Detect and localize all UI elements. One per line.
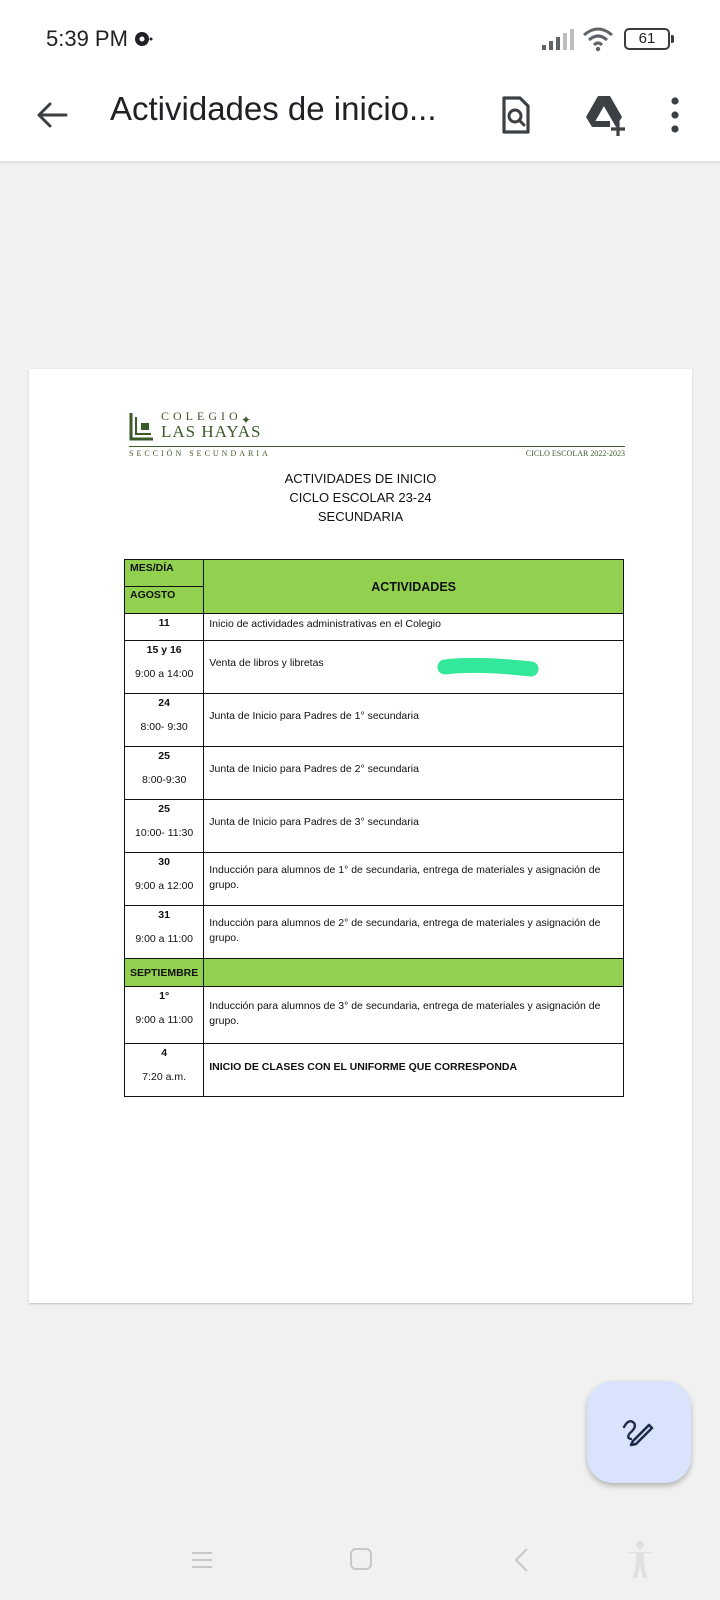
row-day: 15 y 16	[146, 644, 182, 656]
leaf-icon: ✦	[241, 413, 252, 427]
heading-line-2: CICLO ESCOLAR 23-24	[289, 490, 432, 505]
battery-icon: 61	[624, 28, 674, 50]
row-time: 8:00-9:30	[141, 774, 187, 786]
row-activity: Inducción para alumnos de 2° de secundar…	[203, 905, 624, 959]
wifi-icon	[583, 27, 613, 52]
signal-icon	[542, 29, 574, 50]
col-header-mes-dia: MES/DÍA	[123, 559, 205, 587]
status-time: 5:39 PM	[46, 26, 128, 51]
home-icon[interactable]	[350, 1548, 372, 1570]
row-day: 25	[158, 803, 170, 815]
table-row: 1° 9:00 a 11:00 Inducción para alumnos de…	[123, 986, 624, 1044]
highlighter-mark	[437, 657, 539, 677]
logo-section-text: SECCIÓN SECUNDARIA	[129, 449, 271, 458]
more-vert-icon[interactable]	[660, 90, 690, 140]
nav-back-icon[interactable]	[512, 1546, 532, 1574]
status-bar: 5:39 PM 61	[0, 0, 720, 72]
schedule-table: MES/DÍA ACTIVIDADES AGOSTO 11 Inicio de …	[123, 559, 624, 1097]
row-time: 9:00 a 14:00	[134, 668, 194, 680]
table-row: 24 8:00- 9:30 Junta de Inicio para Padres…	[123, 693, 624, 747]
logo-mark-icon	[129, 413, 153, 441]
row-activity: Junta de Inicio para Padres de 2° secund…	[203, 746, 624, 800]
table-row: 4 7:20 a.m. INICIO DE CLASES CON EL UNIFO…	[123, 1043, 624, 1097]
row-time: 9:00 a 11:00	[135, 1014, 193, 1026]
arrow-back-icon[interactable]	[28, 90, 78, 140]
row-activity: Inducción para alumnos de 3° de secundar…	[203, 986, 624, 1044]
app-bar: Actividades de inicio...	[0, 72, 720, 162]
row-activity: Junta de Inicio para Padres de 1° secund…	[203, 693, 624, 747]
row-activity: Inducción para alumnos de 1° de secundar…	[203, 852, 624, 906]
document-page[interactable]: COLEGIO LAS HAYAS ✦ SECCIÓN SECUNDARIA C…	[29, 369, 692, 1303]
notification-icon	[135, 32, 153, 46]
row-day: 30	[158, 856, 170, 868]
table-row: 30 9:00 a 12:00 Inducción para alumnos de…	[123, 852, 624, 906]
row-time: 10:00- 11:30	[135, 827, 194, 839]
heading-line-1: ACTIVIDADES DE INICIO	[284, 471, 437, 486]
month-septiembre: SEPTIEMBRE	[123, 958, 205, 987]
add-to-drive-icon[interactable]	[580, 90, 630, 140]
row-day: 25	[158, 750, 170, 762]
row-time: 8:00- 9:30	[140, 721, 188, 733]
row-day: 1°	[159, 990, 170, 1002]
row-time: 7:20 a.m.	[142, 1071, 187, 1083]
document-title: Actividades de inicio...	[110, 90, 437, 127]
logo-divider	[129, 446, 625, 447]
navigation-bar	[0, 1522, 720, 1600]
logo-cycle-text: CICLO ESCOLAR 2022-2023	[525, 449, 625, 458]
row-activity: Junta de Inicio para Padres de 3° secund…	[203, 799, 624, 853]
recents-icon[interactable]	[190, 1548, 214, 1572]
heading-line-3: SECUNDARIA	[317, 509, 404, 524]
table-row: 31 9:00 a 11:00 Inducción para alumnos de…	[123, 905, 624, 959]
row-activity: INICIO DE CLASES CON EL UNIFORME QUE COR…	[203, 1043, 624, 1097]
col-header-actividades: ACTIVIDADES	[203, 559, 624, 614]
find-in-document-icon[interactable]	[490, 90, 540, 140]
row-day: 4	[161, 1047, 168, 1059]
row-day: 31	[158, 909, 170, 921]
month-agosto: AGOSTO	[123, 586, 205, 614]
school-logo: COLEGIO LAS HAYAS ✦ SECCIÓN SECUNDARIA C…	[129, 409, 629, 459]
table-row: 11 Inicio de actividades administrativas…	[123, 613, 624, 641]
edit-pen-icon	[622, 1420, 654, 1447]
row-time: 9:00 a 11:00	[135, 933, 193, 945]
row-activity: Venta de libros y libretas	[203, 640, 624, 694]
edit-fab-button[interactable]	[587, 1381, 691, 1483]
row-day: 11	[158, 617, 170, 629]
table-row: 25 8:00-9:30 Junta de Inicio para Padres …	[123, 746, 624, 800]
row-day: 24	[158, 697, 170, 709]
row-activity: Inicio de actividades administrativas en…	[203, 613, 624, 641]
month-septiembre-blank	[203, 958, 624, 987]
table-row: 25 10:00- 11:30 Junta de Inicio para Padr…	[123, 799, 624, 853]
table-row: 15 y 16 9:00 a 14:00 Venta de libros y li…	[123, 640, 624, 694]
row-time: 9:00 a 12:00	[134, 880, 194, 892]
accessibility-icon[interactable]	[624, 1540, 656, 1580]
